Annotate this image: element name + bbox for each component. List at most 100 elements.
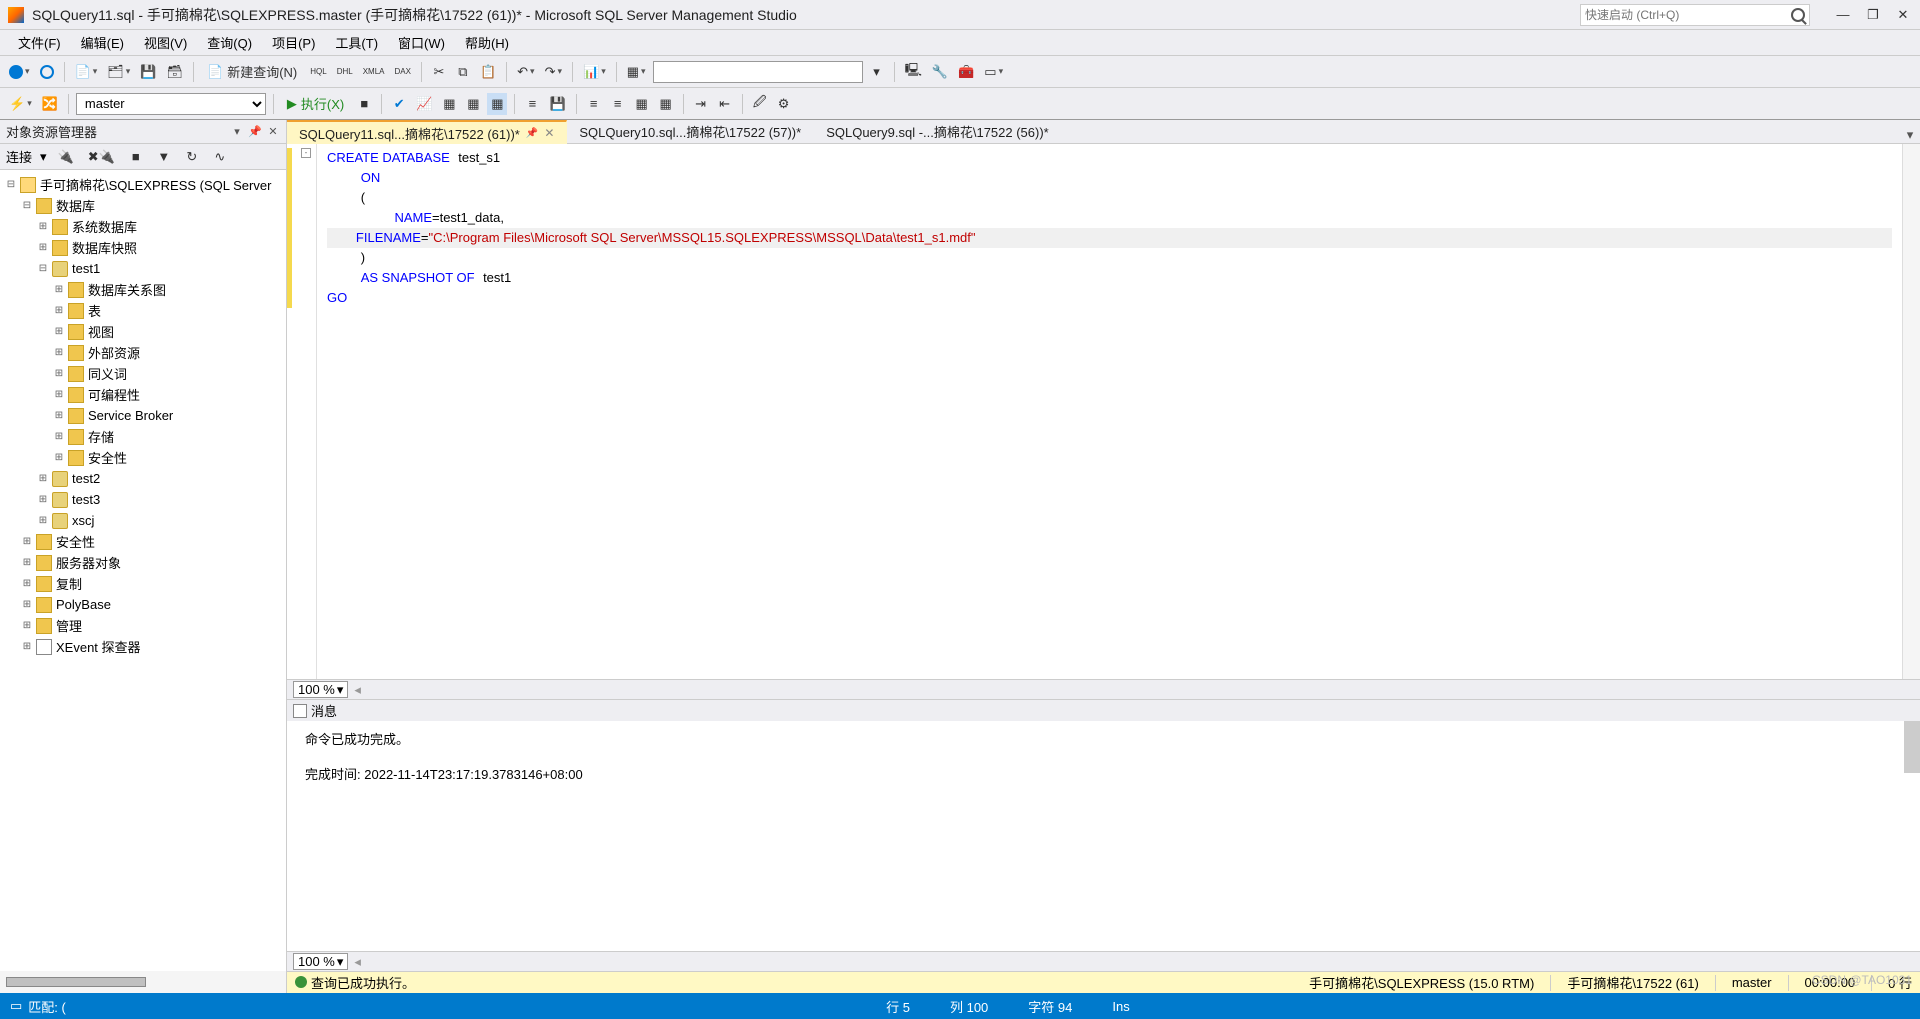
panel-dropdown-icon[interactable]: ▾ xyxy=(230,125,244,139)
scrollbar-thumb[interactable] xyxy=(1904,721,1920,773)
tree-node[interactable]: ⊞数据库快照 xyxy=(0,237,286,258)
database-combo[interactable]: master xyxy=(76,93,266,115)
parse-button[interactable]: ✔ xyxy=(389,93,409,115)
tab-sqlquery11[interactable]: SQLQuery11.sql...摘棉花\17522 (61))* 📌 ✕ xyxy=(287,120,567,144)
code-editor[interactable]: - CREATE DATABASE test_s1 ON ( NAME=test… xyxy=(287,144,1920,679)
tree-node[interactable]: ⊞数据库关系图 xyxy=(0,279,286,300)
save-button[interactable]: 💾 xyxy=(137,61,159,83)
undo-button[interactable]: ↶ xyxy=(514,61,537,83)
dhl-icon[interactable]: DHL xyxy=(334,61,356,83)
hql-icon[interactable]: HQL xyxy=(307,61,329,83)
tree-node[interactable]: ⊞管理 xyxy=(0,615,286,636)
results-file-button[interactable]: 💾 xyxy=(546,93,568,115)
new-query-button[interactable]: 📄 新建查询(N) xyxy=(201,61,303,83)
connection-button[interactable]: ⚡ xyxy=(6,93,35,115)
indent-button[interactable]: ▦ xyxy=(632,93,652,115)
tree-node[interactable]: ⊞系统数据库 xyxy=(0,216,286,237)
filter-icon[interactable]: ▼ xyxy=(154,146,174,168)
messages-body[interactable]: 命令已成功完成。 完成时间: 2022-11-14T23:17:19.37831… xyxy=(287,721,1920,951)
quick-launch-box[interactable] xyxy=(1580,4,1810,26)
quick-launch-input[interactable] xyxy=(1585,8,1791,22)
activity-icon[interactable]: ∿ xyxy=(210,146,230,168)
window-layout-button[interactable]: ▭ xyxy=(981,61,1006,83)
display-plan-button[interactable]: 📈 xyxy=(413,93,435,115)
sqlcmd-button[interactable]: ⚙ xyxy=(774,93,794,115)
tab-sqlquery9[interactable]: SQLQuery9.sql -...摘棉花\17522 (56))* xyxy=(814,119,1062,143)
tree-node[interactable]: ⊞xscj xyxy=(0,510,286,531)
increase-indent-button[interactable]: ⇥ xyxy=(691,93,711,115)
panel-pin-icon[interactable]: 📌 xyxy=(248,125,262,139)
execute-button[interactable]: ▶ 执行(X) xyxy=(281,93,350,115)
tree-node[interactable]: ⊞表 xyxy=(0,300,286,321)
specify-values-button[interactable]: 🖉 xyxy=(750,93,770,115)
open-button[interactable]: 🗂 xyxy=(104,61,133,83)
restore-button[interactable]: ❐ xyxy=(1864,8,1882,22)
tree-databases-node[interactable]: ⊟ 数据库 xyxy=(0,195,286,216)
save-all-button[interactable]: 🗃 xyxy=(163,61,186,83)
toolbox-button[interactable]: 🧰 xyxy=(955,61,977,83)
outdent-button[interactable]: ▦ xyxy=(656,93,676,115)
tree-node[interactable]: ⊞安全性 xyxy=(0,447,286,468)
close-button[interactable]: ✕ xyxy=(1894,8,1912,22)
find-dropdown[interactable]: ▾ xyxy=(867,61,887,83)
menu-help[interactable]: 帮助(H) xyxy=(457,30,517,55)
tree-node[interactable]: ⊞安全性 xyxy=(0,531,286,552)
tree-node[interactable]: ⊞XEvent 探查器 xyxy=(0,636,286,657)
tree-node[interactable]: ⊞视图 xyxy=(0,321,286,342)
tree-node[interactable]: ⊟test1 xyxy=(0,258,286,279)
stop-icon[interactable]: ■ xyxy=(126,146,146,168)
tree-node[interactable]: ⊞外部资源 xyxy=(0,342,286,363)
refresh-icon[interactable]: ↻ xyxy=(182,146,202,168)
tree-node[interactable]: ⊞Service Broker xyxy=(0,405,286,426)
tree-node[interactable]: ⊞可编程性 xyxy=(0,384,286,405)
paste-button[interactable]: 📋 xyxy=(477,61,499,83)
menu-tools[interactable]: 工具(T) xyxy=(327,30,386,55)
menu-file[interactable]: 文件(F) xyxy=(10,30,69,55)
mini-map[interactable] xyxy=(1902,144,1920,679)
close-icon[interactable]: ✕ xyxy=(544,126,554,140)
xmla-icon[interactable]: XMLA xyxy=(360,61,388,83)
tree-node[interactable]: ⊞PolyBase xyxy=(0,594,286,615)
disconnect-icon[interactable]: ✖🔌 xyxy=(85,146,118,168)
tabs-overflow-button[interactable]: ▾ xyxy=(1900,127,1920,143)
minimize-button[interactable]: — xyxy=(1834,8,1852,22)
properties-button[interactable]: 🔧 xyxy=(929,61,951,83)
tree-node[interactable]: ⊞同义词 xyxy=(0,363,286,384)
object-tree[interactable]: ⊟ 手可摘棉花\SQLEXPRESS (SQL Server ⊟ 数据库 ⊞系统… xyxy=(0,170,286,971)
results-grid-button[interactable]: ▦ xyxy=(487,93,507,115)
results-text-button[interactable]: ≡ xyxy=(522,93,542,115)
tree-node[interactable]: ⊞test3 xyxy=(0,489,286,510)
connect-server-icon[interactable]: 🔌 xyxy=(55,146,77,168)
menu-project[interactable]: 项目(P) xyxy=(264,30,323,55)
menu-window[interactable]: 窗口(W) xyxy=(390,30,453,55)
dax-icon[interactable]: DAX xyxy=(392,61,414,83)
uncomment-button[interactable]: ≡ xyxy=(608,93,628,115)
copy-button[interactable]: ⧉ xyxy=(453,61,473,83)
pin-icon[interactable]: 📌 xyxy=(526,128,538,139)
menu-view[interactable]: 视图(V) xyxy=(136,30,195,55)
nav-back-button[interactable] xyxy=(6,61,33,83)
activity-monitor-button[interactable]: 📊 xyxy=(580,61,609,83)
cut-button[interactable]: ✂ xyxy=(429,61,449,83)
code-zoom-combo[interactable]: 100 % ▾ xyxy=(293,681,348,698)
change-connection-button[interactable]: 🔀 xyxy=(39,93,61,115)
tree-node[interactable]: ⊞test2 xyxy=(0,468,286,489)
connect-label[interactable]: 连接 xyxy=(6,147,32,166)
tab-sqlquery10[interactable]: SQLQuery10.sql...摘棉花\17522 (57))* xyxy=(567,119,814,143)
code-text[interactable]: CREATE DATABASE test_s1 ON ( NAME=test1_… xyxy=(317,144,1902,679)
nav-forward-button[interactable] xyxy=(37,61,57,83)
horizontal-scrollbar[interactable] xyxy=(6,977,146,987)
new-item-button[interactable]: 📄 xyxy=(72,61,101,83)
include-stats-button[interactable]: ▦ xyxy=(463,93,483,115)
panel-close-icon[interactable]: ✕ xyxy=(266,125,280,139)
comment-button[interactable]: ≡ xyxy=(584,93,604,115)
find-input[interactable] xyxy=(653,61,863,83)
messages-zoom-combo[interactable]: 100 % ▾ xyxy=(293,953,348,970)
messages-header[interactable]: 消息 xyxy=(287,699,1920,721)
include-plan-button[interactable]: ▦ xyxy=(439,93,459,115)
redo-button[interactable]: ↷ xyxy=(542,61,565,83)
stop-button[interactable]: ■ xyxy=(354,93,374,115)
menu-edit[interactable]: 编辑(E) xyxy=(73,30,132,55)
tree-node[interactable]: ⊞存储 xyxy=(0,426,286,447)
tree-node[interactable]: ⊞服务器对象 xyxy=(0,552,286,573)
